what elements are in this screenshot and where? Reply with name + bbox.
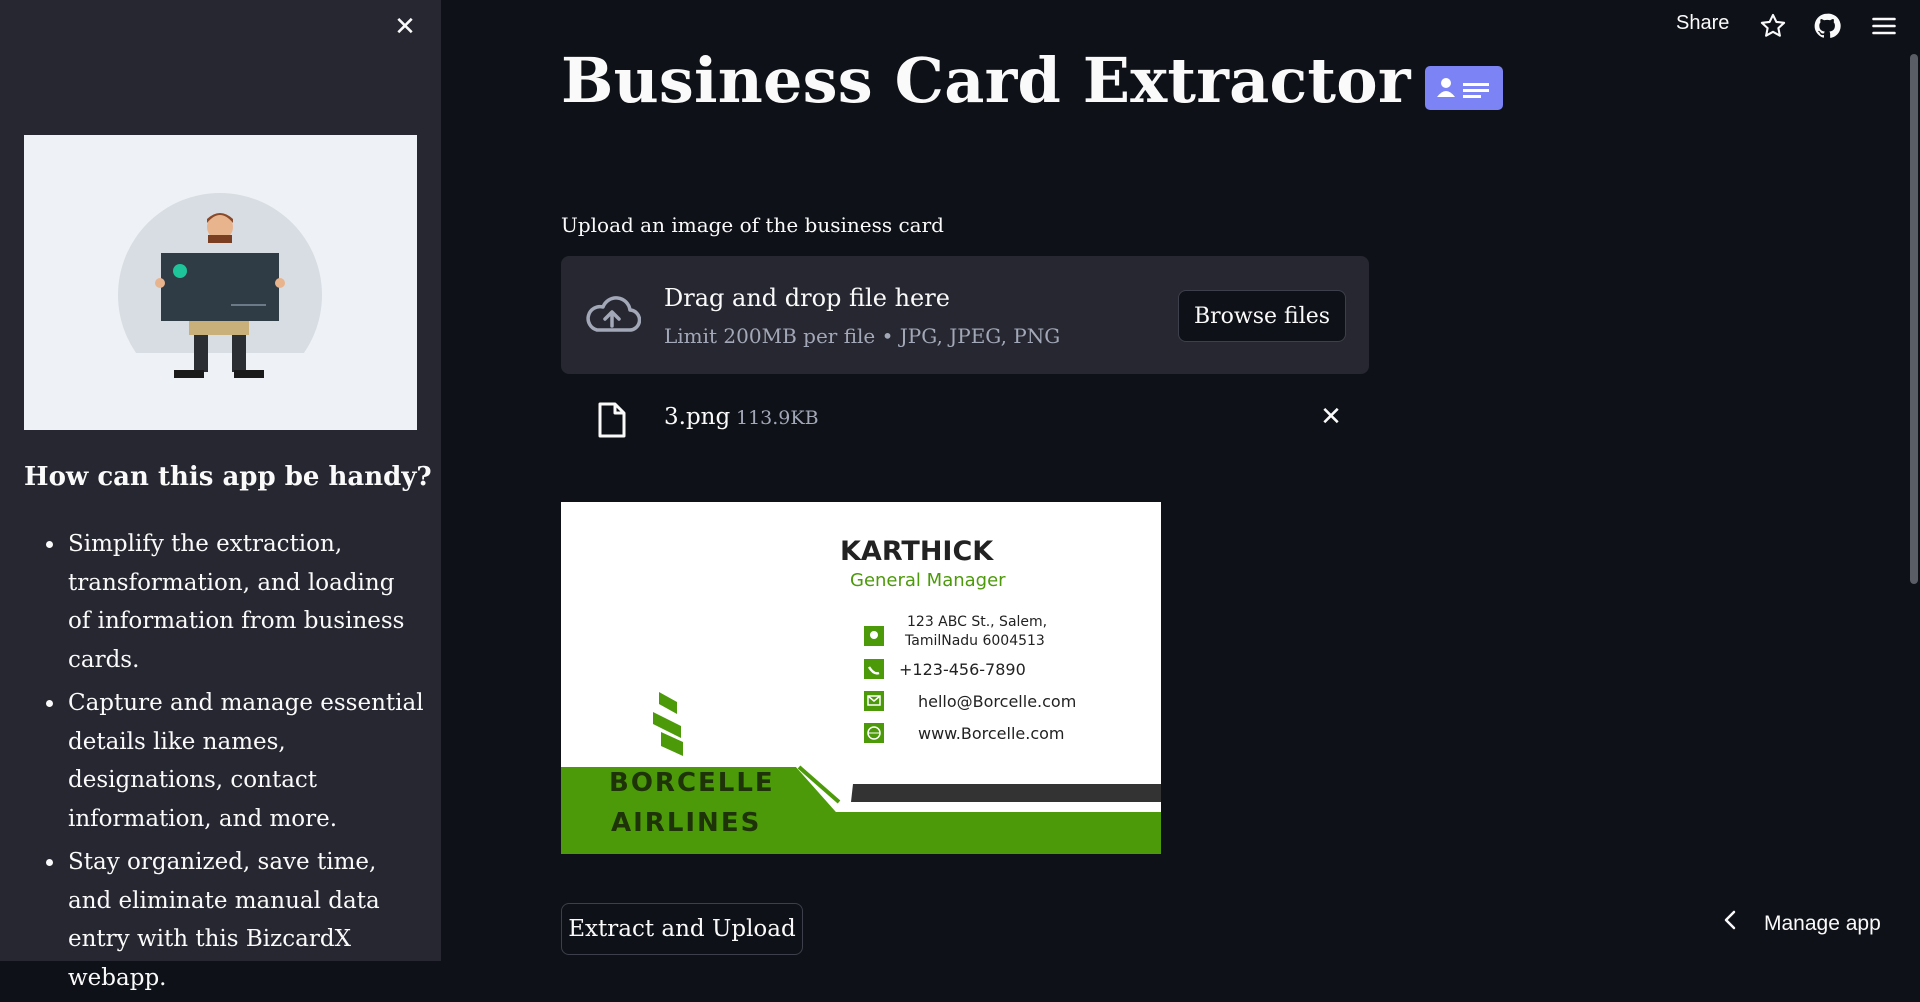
- list-item: Capture and manage essential details lik…: [66, 684, 424, 838]
- card-email: hello@Borcelle.com: [918, 692, 1077, 711]
- star-icon[interactable]: [1759, 12, 1787, 40]
- dropzone-title: Drag and drop file here: [664, 284, 950, 312]
- card-phone: +123-456-7890: [899, 660, 1026, 679]
- card-website: www.Borcelle.com: [918, 724, 1065, 743]
- card-company-line1: BORCELLE: [609, 768, 775, 798]
- upload-label: Upload an image of the business card: [561, 213, 944, 237]
- share-button[interactable]: Share: [1676, 12, 1729, 35]
- list-item: Stay organized, save time, and eliminate…: [66, 843, 424, 997]
- cloud-upload-icon: [586, 296, 641, 332]
- sidebar-bullet-list: Simplify the extraction, transformation,…: [24, 525, 424, 1002]
- browse-files-button[interactable]: Browse files: [1178, 290, 1346, 342]
- github-icon[interactable]: [1813, 12, 1841, 40]
- sidebar-heading: How can this app be handy?: [24, 462, 432, 492]
- card-address-line1: 123 ABC St., Salem,: [907, 614, 1048, 630]
- manage-app-label: Manage app: [1764, 912, 1881, 935]
- card-company-line2: AIRLINES: [611, 808, 762, 838]
- file-name: 3.png: [664, 404, 731, 430]
- manage-app-button[interactable]: Manage app: [1720, 910, 1881, 942]
- remove-file-button[interactable]: ✕: [1317, 403, 1345, 431]
- file-dropzone[interactable]: Drag and drop file here Limit 200MB per …: [561, 256, 1369, 374]
- card-designation: General Manager: [850, 570, 1006, 591]
- file-icon: [598, 402, 626, 438]
- file-size: 113.9KB: [736, 407, 819, 429]
- sidebar-illustration: [24, 135, 417, 430]
- business-card-image: KARTHICK General Manager 123 ABC St., Sa…: [561, 502, 1161, 854]
- card-address-line2: TamilNadu 6004513: [905, 633, 1045, 649]
- close-sidebar-button[interactable]: ✕: [392, 14, 418, 40]
- sidebar: ✕ How can this app be handy? Simp: [0, 0, 441, 991]
- dropzone-subtitle: Limit 200MB per file • JPG, JPEG, PNG: [664, 324, 1061, 348]
- card-name: KARTHICK: [840, 536, 994, 567]
- chevron-left-icon: [1720, 910, 1740, 936]
- scrollbar[interactable]: [1910, 54, 1918, 584]
- page-title: Business Card Extractor: [561, 44, 1411, 117]
- hamburger-menu-icon[interactable]: [1870, 12, 1898, 40]
- extract-and-upload-button[interactable]: Extract and Upload: [561, 903, 803, 955]
- contact-card-icon: [1425, 66, 1503, 110]
- close-icon: ✕: [394, 12, 416, 42]
- close-icon: ✕: [1320, 402, 1342, 432]
- list-item: Simplify the extraction, transformation,…: [66, 525, 424, 679]
- uploaded-file-row: 3.png 113.9KB ✕: [561, 395, 1369, 443]
